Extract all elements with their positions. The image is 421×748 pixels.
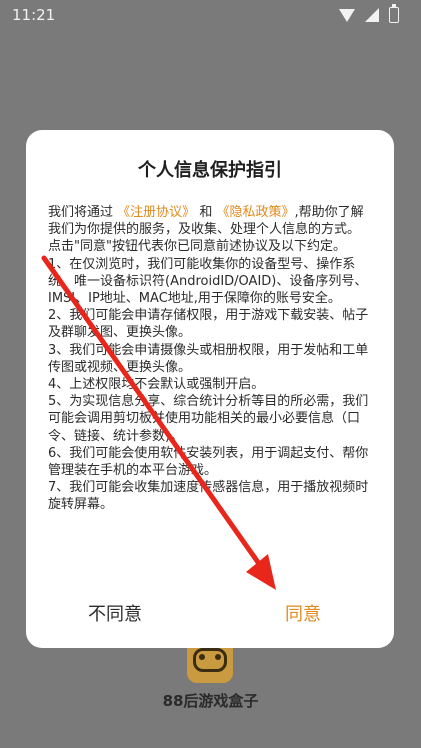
list-item-1: 1、在仅浏览时，我们可能收集你的设备型号、操作系统、唯一设备标识符(Androi… [48,256,368,307]
register-agreement-link[interactable]: 《注册协议》 [117,205,195,220]
privacy-policy-link[interactable]: 《隐私政策》 [216,205,294,220]
intro-text: 我们将通过 [48,205,114,220]
list-item-2: 2、我们可能会申请存储权限，用于游戏下载安装、帖子及群聊发图、更换头像。 [48,308,369,341]
battery-icon [389,4,399,23]
list-item-4: 4、上述权限均不会默认或强制开启。 [48,377,265,393]
disagree-button[interactable]: 不同意 [88,600,142,626]
intro-and: 和 [199,205,213,220]
agree-paragraph: 点击"同意"按钮代表你已同意前述协议及以下约定。 [48,239,346,255]
list-item-6: 6、我们可能会使用软件安装列表，用于调起支付、帮你管理装在手机的本平台游戏。 [48,445,369,479]
dialog-title: 个人信息保护指引 [138,160,282,181]
gamepad-icon [193,648,227,672]
app-name: 88后游戏盒子 [162,692,259,710]
dialog-body: 我们将通过 《注册协议》 和 《隐私政策》,帮助你了解我们为你提供的服务，及收集… [48,204,374,514]
agree-button[interactable]: 同意 [285,600,321,626]
intro-paragraph: 我们将通过 《注册协议》 和 《隐私政策》,帮助你了解我们为你提供的服务，及收集… [48,204,374,238]
list-item-5: 5、为实现信息分享、综合统计分析等目的所必需，我们可能会调用剪切板并使用功能相关… [48,394,369,444]
status-icons [339,4,399,23]
list-item-7: 7、我们可能会收集加速度传感器信息，用于播放视频时旋转屏幕。 [48,480,369,513]
wifi-icon [339,8,355,22]
status-bar: 11:21 [0,0,421,30]
signal-icon [365,8,379,22]
list-item-3: 3、我们可能会申请摄像头或相册权限，用于发帖和工单传图或视频、更换头像。 [48,342,369,375]
status-time: 11:21 [12,6,56,24]
privacy-dialog: 个人信息保护指引 我们将通过 《注册协议》 和 《隐私政策》,帮助你了解我们为你… [26,130,394,648]
